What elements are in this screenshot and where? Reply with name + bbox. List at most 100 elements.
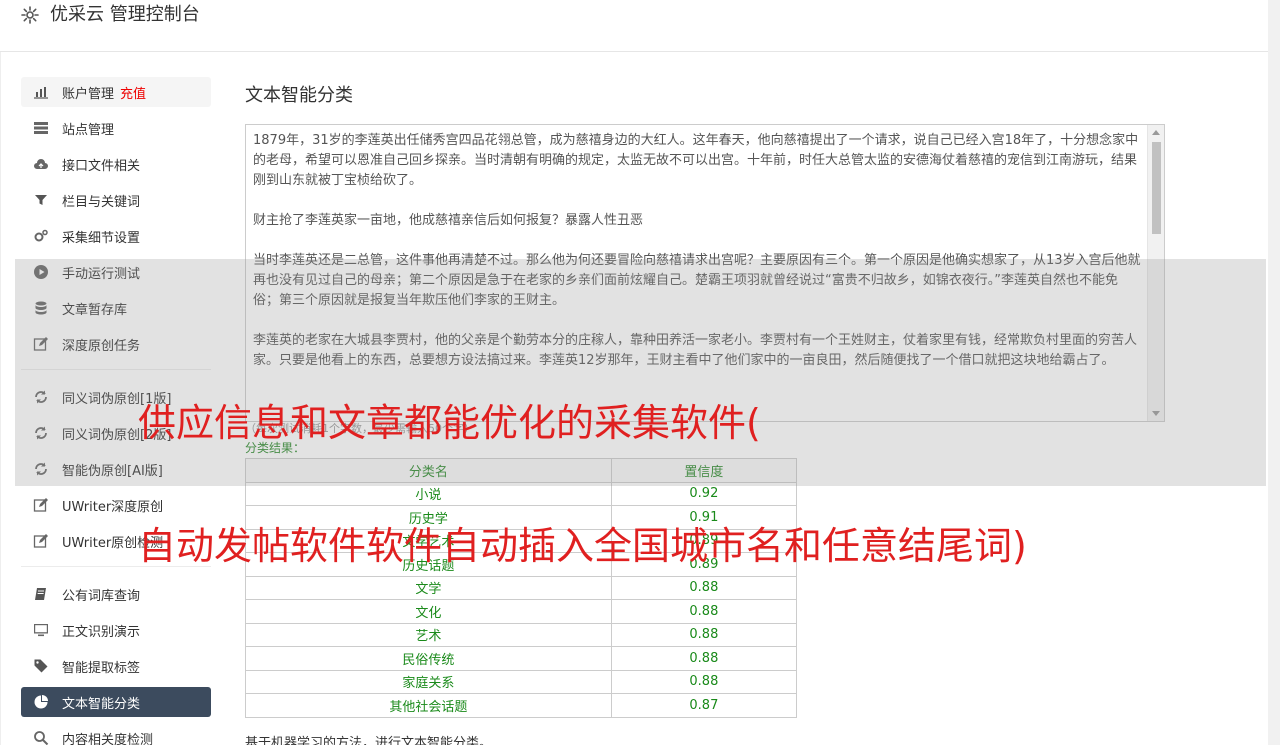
category-cell: 历史学 bbox=[245, 505, 612, 530]
sidebar-item-interface-files[interactable]: 接口文件相关 bbox=[21, 149, 211, 179]
sidebar-item-label: 智能提取标签 bbox=[62, 660, 141, 676]
sidebar-item-label: 公有词库查询 bbox=[62, 588, 141, 604]
tag-icon bbox=[33, 658, 49, 674]
input-hint: （每次测试消耗1个字数，最少需输入50个字） bbox=[245, 422, 475, 435]
refresh-icon bbox=[33, 389, 49, 405]
sidebar-item-sites[interactable]: 站点管理 bbox=[21, 113, 211, 143]
sidebar-item-label: 同义词伪原创[2版] bbox=[62, 427, 172, 443]
textarea-scrollbar[interactable] bbox=[1147, 125, 1164, 421]
category-cell: 小说 bbox=[245, 481, 612, 506]
sidebar-item-text-classify[interactable]: 文本智能分类 bbox=[21, 687, 211, 717]
sidebar-item-label: 站点管理 bbox=[62, 122, 115, 138]
sidebar-item-synonym-v1[interactable]: 同义词伪原创[1版] bbox=[21, 382, 211, 412]
table-row: 家庭关系 0.88 bbox=[245, 669, 798, 694]
sidebar-item-label: UWriter深度原创 bbox=[62, 499, 164, 515]
refresh-icon bbox=[33, 425, 49, 441]
sidebar-item-label: 账户管理 bbox=[62, 86, 115, 102]
confidence-cell: 0.91 bbox=[610, 505, 798, 530]
table-row: 民俗传统 0.88 bbox=[245, 646, 798, 671]
sidebar-item-label: 接口文件相关 bbox=[62, 158, 141, 174]
category-cell: 文化 bbox=[245, 599, 612, 624]
table-row: 文化 0.88 bbox=[245, 599, 798, 624]
sidebar-item-columns-keywords[interactable]: 栏目与关键词 bbox=[21, 185, 211, 215]
recharge-link[interactable]: 充值 bbox=[120, 83, 146, 102]
sidebar-item-public-lexicon[interactable]: 公有词库查询 bbox=[21, 579, 211, 609]
sidebar-item-manual-run[interactable]: 手动运行测试 bbox=[21, 257, 211, 287]
sidebar-divider bbox=[21, 369, 211, 370]
confidence-cell: 0.89 bbox=[610, 528, 798, 553]
gear-icon[interactable] bbox=[20, 5, 40, 25]
scroll-up-icon[interactable] bbox=[1152, 130, 1160, 135]
category-cell: 其他社会话题 bbox=[245, 693, 612, 718]
category-cell: 历史话题 bbox=[245, 552, 612, 577]
table-row: 小说 0.92 bbox=[245, 481, 798, 506]
play-circle-icon bbox=[33, 264, 49, 280]
sidebar-item-collect-settings[interactable]: 采集细节设置 bbox=[21, 221, 211, 251]
confidence-cell: 0.89 bbox=[610, 552, 798, 577]
table-row: 其他社会话题 0.87 bbox=[245, 693, 798, 718]
result-label: 分类结果： bbox=[245, 441, 306, 455]
content-area: 文本智能分类 1879年，31岁的李莲英出任储秀宫四品花翎总管，成为慈禧身边的大… bbox=[245, 82, 1165, 745]
pie-chart-icon bbox=[33, 694, 49, 710]
refresh-icon bbox=[33, 461, 49, 477]
column-header: 置信度 bbox=[610, 458, 798, 483]
top-bar: 优采云 管理控制台 bbox=[0, 0, 1268, 52]
category-cell: 家庭关系 bbox=[245, 669, 612, 694]
sidebar-item-account[interactable]: 账户管理 充值 bbox=[21, 77, 211, 107]
category-cell: 文学艺术 bbox=[245, 528, 612, 553]
method-note: 基于机器学习的方法，进行文本智能分类。 bbox=[245, 735, 493, 745]
book-icon bbox=[33, 586, 49, 602]
text-input[interactable]: 1879年，31岁的李莲英出任储秀宫四品花翎总管，成为慈禧身边的大红人。这年春天… bbox=[245, 124, 1165, 422]
gears-icon bbox=[33, 228, 49, 244]
edit-icon bbox=[33, 533, 49, 549]
bar-chart-icon bbox=[33, 84, 49, 100]
text-input-content[interactable]: 1879年，31岁的李莲英出任储秀宫四品花翎总管，成为慈禧身边的大红人。这年春天… bbox=[253, 131, 1141, 391]
edit-icon bbox=[33, 497, 49, 513]
sidebar-item-label: 深度原创任务 bbox=[62, 338, 141, 354]
sidebar-item-label: 手动运行测试 bbox=[62, 266, 141, 282]
sidebar-divider bbox=[21, 566, 211, 567]
main-panel: 账户管理 充值 站点管理 接口文件相关 栏目与关键词 采集细节设置 手动运行测试… bbox=[0, 52, 1268, 745]
table-row: 历史话题 0.89 bbox=[245, 552, 798, 577]
sidebar-item-uwriter-check[interactable]: UWriter原创检测 bbox=[21, 526, 211, 556]
sidebar-item-label: 采集细节设置 bbox=[62, 230, 141, 246]
sidebar-item-smart-ai[interactable]: 智能伪原创[AI版] bbox=[21, 454, 211, 484]
app-root: 优采云 管理控制台 账户管理 充值 站点管理 接口文件相关 栏目与关键词 采集细… bbox=[0, 0, 1280, 745]
search-icon bbox=[33, 730, 49, 745]
sidebar-item-label: 文章暂存库 bbox=[62, 302, 128, 318]
sidebar-item-label: 智能伪原创[AI版] bbox=[62, 463, 163, 479]
sidebar-item-deep-original-task[interactable]: 深度原创任务 bbox=[21, 329, 211, 359]
sidebar-item-uwriter-deep[interactable]: UWriter深度原创 bbox=[21, 490, 211, 520]
text-paragraph: 财主抢了李莲英家一亩地，他成慈禧亲信后如何报复？暴露人性丑恶 bbox=[253, 213, 644, 228]
sidebar-item-relevance[interactable]: 内容相关度检测 bbox=[21, 723, 211, 745]
confidence-cell: 0.88 bbox=[610, 575, 798, 600]
sidebar-item-label: UWriter原创检测 bbox=[62, 535, 164, 551]
result-table: 分类名 置信度 小说 0.92 历史学 0.91 文学艺术 0.89 历史话题 0.89… bbox=[245, 458, 798, 718]
confidence-cell: 0.88 bbox=[610, 646, 798, 671]
table-header-row: 分类名 置信度 bbox=[245, 458, 798, 483]
sidebar-item-label: 内容相关度检测 bbox=[62, 732, 154, 745]
confidence-cell: 0.87 bbox=[610, 693, 798, 718]
scroll-down-icon[interactable] bbox=[1152, 411, 1160, 416]
table-row: 文学艺术 0.89 bbox=[245, 528, 798, 553]
column-header: 分类名 bbox=[245, 458, 612, 483]
sidebar-item-label: 同义词伪原创[1版] bbox=[62, 391, 172, 407]
sidebar-item-article-storage[interactable]: 文章暂存库 bbox=[21, 293, 211, 323]
cloud-upload-icon bbox=[33, 156, 49, 172]
sidebar-item-text-recognition[interactable]: 正文识别演示 bbox=[21, 615, 211, 645]
category-cell: 民俗传统 bbox=[245, 646, 612, 671]
confidence-cell: 0.88 bbox=[610, 599, 798, 624]
filter-icon bbox=[33, 192, 49, 208]
sidebar-item-tag-extract[interactable]: 智能提取标签 bbox=[21, 651, 211, 681]
text-paragraph: 1879年，31岁的李莲英出任储秀宫四品花翎总管，成为慈禧身边的大红人。这年春天… bbox=[253, 133, 1139, 188]
sidebar-item-label: 栏目与关键词 bbox=[62, 194, 141, 210]
table-row: 文学 0.88 bbox=[245, 575, 798, 600]
sidebar-item-synonym-v2[interactable]: 同义词伪原创[2版] bbox=[21, 418, 211, 448]
scroll-thumb[interactable] bbox=[1152, 142, 1161, 234]
text-paragraph: 当时李莲英还是二总管，这件事他再清楚不过。那么他为何还要冒险向慈禧请求出宫呢？主… bbox=[253, 253, 1141, 308]
sidebar-item-label: 正文识别演示 bbox=[62, 624, 141, 640]
app-title: 优采云 管理控制台 bbox=[50, 4, 200, 25]
database-icon bbox=[33, 300, 49, 316]
table-row: 历史学 0.91 bbox=[245, 505, 798, 530]
edit-icon bbox=[33, 336, 49, 352]
